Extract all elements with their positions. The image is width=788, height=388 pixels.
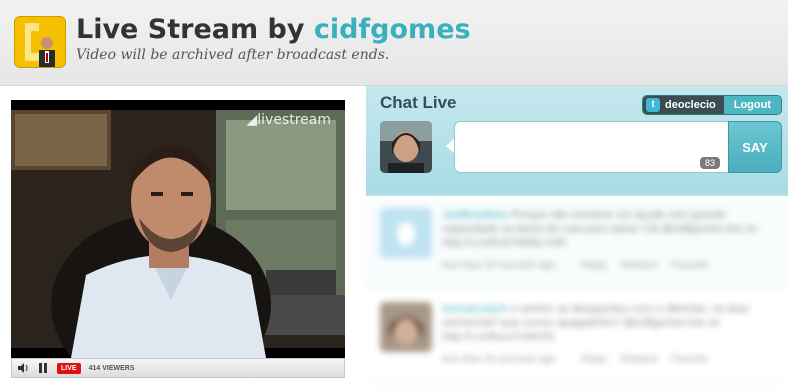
favorite-link[interactable]: Favorite (672, 260, 708, 271)
reply-link[interactable]: Reply (581, 354, 607, 365)
archive-notice: Video will be archived after broadcast e… (76, 47, 390, 63)
viewer-count: 414 VIEWERS (89, 365, 135, 372)
video-player[interactable]: ◢livestream LIVE 414 VIEWERS (11, 100, 345, 378)
channel-avatar[interactable] (14, 16, 66, 68)
title-prefix: Live Stream by (76, 14, 314, 45)
favorite-link[interactable]: Favorite (672, 354, 708, 365)
message-avatar[interactable] (380, 208, 432, 258)
character-count: 83 (700, 157, 721, 169)
message-text: JoelBrasileiro Porque não construir um a… (442, 208, 772, 250)
page-title: Live Stream by cidfgomes (76, 14, 471, 45)
video-frame[interactable]: ◢livestream (11, 100, 345, 358)
retweet-link[interactable]: Retweet (621, 260, 658, 271)
logout-button[interactable]: Logout (723, 96, 781, 114)
pause-icon[interactable] (37, 362, 49, 374)
watermark-text: livestream (257, 112, 331, 128)
video-scene (11, 100, 345, 358)
message-time: less than 20 seconds ago (442, 260, 556, 271)
account-bar: t deoclecio Logout (641, 95, 782, 115)
page-header: Live Stream by cidfgomes Video will be a… (0, 0, 788, 86)
livestream-watermark: ◢livestream (246, 112, 331, 128)
message-time: less than 20 seconds ago (442, 354, 556, 365)
viewer-count-number: 414 (88, 364, 101, 372)
chat-message: lorenamulach o senhor se desapontou com … (366, 292, 788, 384)
message-meta: less than 20 seconds ago Reply Retweet F… (442, 354, 772, 365)
livestream-logo-icon: ◢ (246, 112, 258, 128)
message-avatar[interactable] (380, 302, 432, 352)
current-user-avatar (380, 121, 432, 173)
message-author[interactable]: lorenamulach (442, 303, 508, 315)
twitter-icon: t (645, 98, 660, 112)
live-badge: LIVE (57, 362, 81, 374)
viewers-label: VIEWERS (102, 364, 135, 372)
channel-username-link[interactable]: cidfgomes (314, 14, 471, 45)
player-controls: LIVE 414 VIEWERS (11, 358, 345, 378)
chat-compose-area: Chat Live t deoclecio Logout 83 SAY (366, 86, 788, 196)
retweet-link[interactable]: Retweet (621, 354, 658, 365)
reply-link[interactable]: Reply (581, 260, 607, 271)
message-author[interactable]: JoelBrasileiro (442, 209, 508, 221)
message-meta: less than 20 seconds ago Reply Retweet F… (442, 260, 772, 271)
message-text: lorenamulach o senhor se desapontou com … (442, 302, 772, 344)
account-name-button[interactable]: t deoclecio (642, 96, 724, 114)
chat-message: JoelBrasileiro Porque não construir um a… (366, 198, 788, 290)
say-button[interactable]: SAY (728, 121, 782, 173)
chat-panel: Chat Live t deoclecio Logout 83 SAY Joel… (366, 86, 788, 388)
account-name: deoclecio (664, 99, 716, 111)
volume-icon[interactable] (17, 362, 29, 374)
chat-title: Chat Live (380, 93, 457, 112)
chat-message-input[interactable] (454, 121, 730, 173)
